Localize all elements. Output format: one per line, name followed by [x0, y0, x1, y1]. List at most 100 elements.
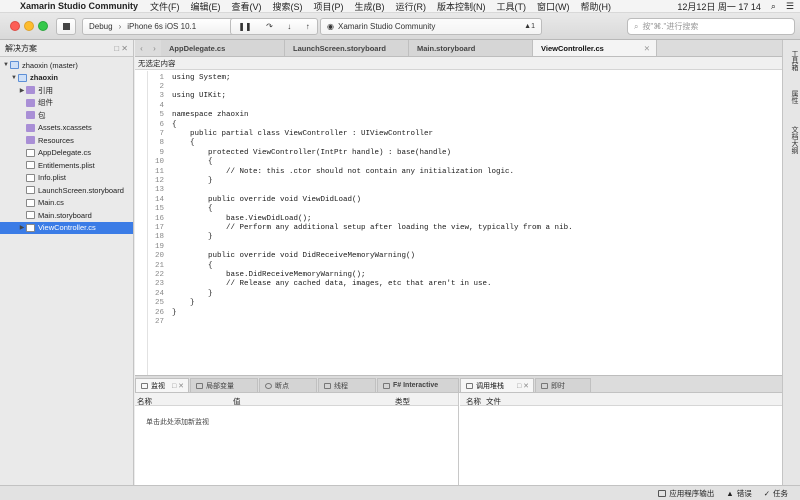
- menu-version-control[interactable]: 版本控制(N): [437, 0, 486, 13]
- code-line[interactable]: 11 // Note: this .ctor should not contai…: [135, 167, 782, 176]
- code-line[interactable]: 18 }: [135, 233, 782, 242]
- tree-item[interactable]: Info.plist: [0, 172, 133, 185]
- window-minimize-button[interactable]: [24, 21, 34, 31]
- pad-controls[interactable]: □ ✕: [114, 44, 128, 53]
- code-line[interactable]: 8 {: [135, 139, 782, 148]
- disclosure-arrow-icon[interactable]: ▶: [18, 224, 26, 231]
- add-watch-hint[interactable]: 单击此处添加新监视: [146, 417, 209, 427]
- code-line[interactable]: 16 base.ViewDidLoad();: [135, 214, 782, 223]
- properties-tab[interactable]: 属性: [785, 90, 799, 104]
- window-maximize-button[interactable]: [38, 21, 48, 31]
- tree-item[interactable]: ▼ zhaoxin (master): [0, 59, 133, 72]
- tree-item[interactable]: ▶ 引用: [0, 84, 133, 97]
- tab-appdelegate[interactable]: AppDelegate.cs: [161, 40, 285, 56]
- code-line[interactable]: 14 public override void ViewDidLoad(): [135, 195, 782, 204]
- disclosure-arrow-icon[interactable]: ▼: [10, 75, 18, 81]
- tree-item[interactable]: Entitlements.plist: [0, 159, 133, 172]
- tree-item[interactable]: 组件: [0, 97, 133, 110]
- toolbox-tab[interactable]: 工具箱: [785, 50, 799, 71]
- tab-viewcontroller[interactable]: ViewController.cs ✕: [533, 40, 657, 56]
- window-close-button[interactable]: [10, 21, 20, 31]
- code-line[interactable]: 2: [135, 82, 782, 91]
- tree-item[interactable]: Resources: [0, 134, 133, 147]
- code-line[interactable]: 22 base.DidReceiveMemoryWarning();: [135, 270, 782, 279]
- menu-list-icon[interactable]: ☰: [786, 1, 794, 12]
- col-file[interactable]: 文件: [486, 396, 501, 407]
- stop-button[interactable]: [56, 18, 76, 35]
- application-output-button[interactable]: 应用程序输出: [658, 488, 714, 499]
- code-line[interactable]: 24 }: [135, 289, 782, 298]
- menu-tools[interactable]: 工具(T): [497, 0, 527, 13]
- close-tab-icon[interactable]: ✕: [644, 44, 650, 53]
- tab-fsharp-interactive[interactable]: F# Interactive: [377, 378, 459, 392]
- col-value[interactable]: 值: [233, 396, 241, 407]
- menu-build[interactable]: 生成(B): [355, 0, 385, 13]
- code-line[interactable]: 20 public override void DidReceiveMemory…: [135, 252, 782, 261]
- search-spotlight-icon[interactable]: ⌕: [771, 1, 776, 12]
- menu-run[interactable]: 运行(R): [396, 0, 427, 13]
- tab-locals[interactable]: 局部变量: [190, 378, 258, 392]
- code-line[interactable]: 19: [135, 242, 782, 251]
- code-area[interactable]: 1 using System; 2 3 using UIKit; 4 5 namespace …: [135, 71, 782, 375]
- search-input[interactable]: ⌕ 按"⌘."进行搜索: [627, 18, 795, 35]
- pad-close-icon[interactable]: □ ✕: [517, 382, 529, 390]
- errors-button[interactable]: ▲ 错误: [726, 488, 751, 499]
- app-name-menu[interactable]: Xamarin Studio Community: [20, 1, 138, 11]
- code-line[interactable]: 23 // Release any cached data, images, e…: [135, 280, 782, 289]
- col-name[interactable]: 名称: [137, 396, 152, 407]
- tab-threads[interactable]: 线程: [318, 378, 376, 392]
- menu-search[interactable]: 搜索(S): [273, 0, 303, 13]
- tab-breakpoints[interactable]: 断点: [259, 378, 317, 392]
- code-line[interactable]: 10 {: [135, 158, 782, 167]
- disclosure-arrow-icon[interactable]: ▶: [18, 87, 26, 94]
- tab-call-stack[interactable]: 调用堆栈 □ ✕: [460, 378, 534, 392]
- step-over-icon[interactable]: ↷: [266, 22, 273, 31]
- col-type[interactable]: 类型: [395, 396, 410, 407]
- tab-launchscreen[interactable]: LaunchScreen.storyboard: [285, 40, 409, 56]
- tree-item[interactable]: LaunchScreen.storyboard: [0, 184, 133, 197]
- tasks-button[interactable]: ✓ 任务: [764, 488, 788, 499]
- code-line[interactable]: 26}: [135, 308, 782, 317]
- code-line[interactable]: 1 using System;: [135, 73, 782, 82]
- tab-main-storyboard[interactable]: Main.storyboard: [409, 40, 533, 56]
- tree-item[interactable]: Assets.xcassets: [0, 122, 133, 135]
- tree-item[interactable]: Main.cs: [0, 197, 133, 210]
- code-line[interactable]: 6{: [135, 120, 782, 129]
- clock[interactable]: 12月12日 周一 17 14: [677, 0, 761, 13]
- tree-item[interactable]: 包: [0, 109, 133, 122]
- tab-nav-forward-icon[interactable]: ›: [148, 40, 161, 56]
- col-name[interactable]: 名称: [466, 396, 481, 407]
- pad-close-icon[interactable]: □ ✕: [172, 382, 184, 390]
- code-line[interactable]: 3 using UIKit;: [135, 92, 782, 101]
- tree-item[interactable]: Main.storyboard: [0, 209, 133, 222]
- menu-project[interactable]: 项目(P): [314, 0, 344, 13]
- tree-item[interactable]: AppDelegate.cs: [0, 147, 133, 160]
- code-line[interactable]: 21 {: [135, 261, 782, 270]
- code-line[interactable]: 17 // Perform any additional setup after…: [135, 223, 782, 232]
- warning-badge[interactable]: ▲1: [524, 23, 535, 30]
- pause-icon[interactable]: ❚❚: [238, 22, 251, 31]
- menu-help[interactable]: 帮助(H): [581, 0, 612, 13]
- menu-window[interactable]: 窗口(W): [537, 0, 570, 13]
- tab-nav-back-icon[interactable]: ‹: [135, 40, 148, 56]
- disclosure-arrow-icon[interactable]: ▼: [2, 62, 10, 68]
- menu-edit[interactable]: 编辑(E): [191, 0, 221, 13]
- code-line[interactable]: 9 protected ViewController(IntPtr handle…: [135, 148, 782, 157]
- menu-file[interactable]: 文件(F): [150, 0, 180, 13]
- code-line[interactable]: 7 public partial class ViewController : …: [135, 129, 782, 138]
- tree-item[interactable]: ▶ ViewController.cs: [0, 221, 133, 234]
- menu-view[interactable]: 查看(V): [232, 0, 262, 13]
- code-line[interactable]: 13: [135, 186, 782, 195]
- tree-item[interactable]: ▼ zhaoxin: [0, 72, 133, 85]
- code-line[interactable]: 12 }: [135, 176, 782, 185]
- code-line[interactable]: 27: [135, 317, 782, 326]
- breadcrumb[interactable]: 无选定内容: [135, 57, 782, 70]
- step-out-icon[interactable]: ↑: [306, 22, 310, 31]
- document-outline-tab[interactable]: 文档大纲: [785, 126, 799, 154]
- code-line[interactable]: 15 {: [135, 205, 782, 214]
- step-into-icon[interactable]: ↓: [287, 22, 291, 31]
- code-line[interactable]: 4: [135, 101, 782, 110]
- tab-immediate[interactable]: 即时: [535, 378, 591, 392]
- code-line[interactable]: 25 }: [135, 299, 782, 308]
- code-line[interactable]: 5 namespace zhaoxin: [135, 111, 782, 120]
